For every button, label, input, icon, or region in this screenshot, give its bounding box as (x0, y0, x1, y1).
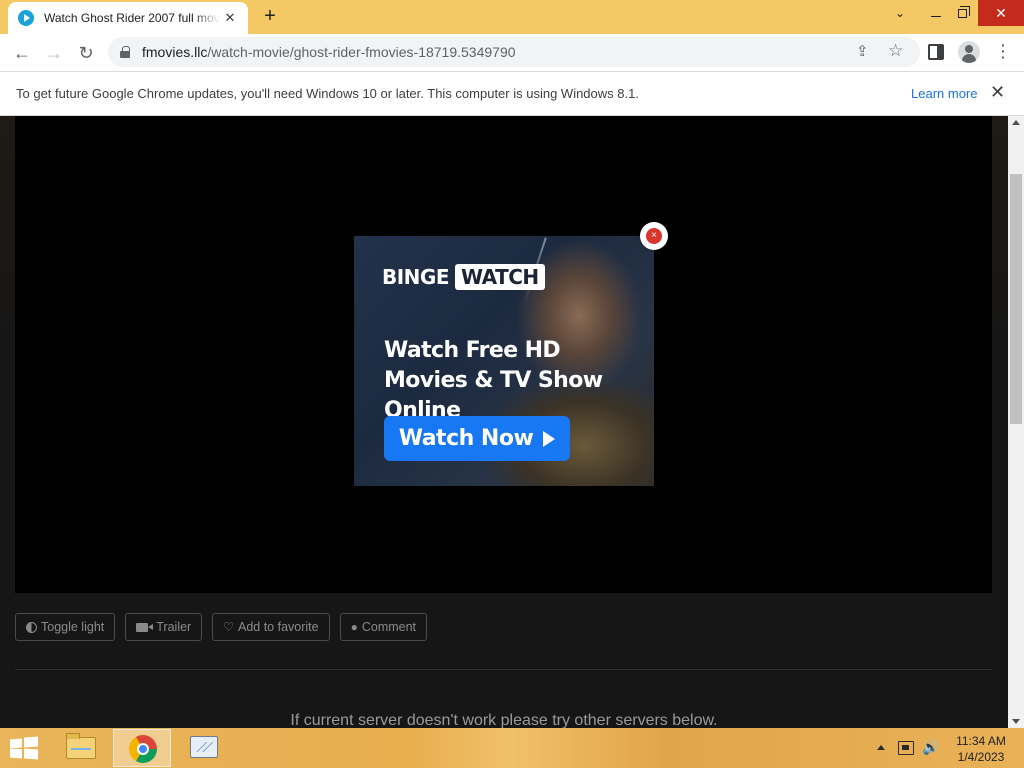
toggle-light-label: Toggle light (41, 620, 105, 634)
minimize-icon (931, 15, 941, 17)
clock-date: 1/4/2023 (957, 750, 1005, 764)
toggle-light-button[interactable]: Toggle light (15, 613, 116, 641)
contrast-icon (26, 621, 37, 633)
volume-icon[interactable]: 🔊 (922, 739, 939, 756)
url-text[interactable]: fmovies.llc/watch-movie/ghost-rider-fmov… (142, 44, 516, 60)
lock-icon[interactable] (120, 46, 130, 58)
tab-close-icon[interactable]: ✕ (222, 10, 238, 26)
chrome-icon (129, 735, 157, 763)
comment-icon: ● (350, 620, 358, 634)
share-icon[interactable]: ⇪ (856, 42, 869, 60)
system-clock[interactable]: 11:34 AM 1/4/2023 (946, 733, 1016, 765)
video-camera-icon (136, 622, 154, 632)
watch-now-button[interactable]: Watch Now (384, 416, 570, 461)
network-icon[interactable] (898, 741, 914, 755)
performance-monitor-icon (190, 736, 218, 758)
taskbar-file-explorer[interactable] (52, 729, 110, 767)
back-button[interactable]: ← (6, 37, 38, 69)
browser-toolbar: ← → ↻ fmovies.llc/watch-movie/ghost-ride… (0, 34, 1024, 71)
play-favicon-icon (18, 10, 34, 26)
server-note: If current server doesn't work please tr… (290, 712, 718, 728)
scrollbar-thumb[interactable] (1010, 174, 1022, 424)
browser-tab[interactable]: Watch Ghost Rider 2007 full movie ✕ (8, 2, 248, 34)
new-tab-button[interactable]: + (258, 5, 282, 29)
ad-close-button[interactable]: × (640, 222, 668, 250)
tab-title: Watch Ghost Rider 2007 full movie (44, 11, 220, 25)
close-icon: × (646, 228, 662, 244)
taskbar-google-chrome[interactable] (113, 729, 171, 767)
page-scrollbar[interactable] (1008, 116, 1024, 728)
infobar-close-icon[interactable]: ✕ (990, 82, 1005, 103)
reload-button[interactable]: ↻ (70, 37, 102, 69)
address-bar[interactable]: fmovies.llc/watch-movie/ghost-rider-fmov… (108, 37, 920, 67)
bookmark-star-icon[interactable]: ☆ (888, 41, 903, 61)
window-close-button[interactable]: ✕ (978, 0, 1024, 26)
side-panel-icon[interactable] (928, 44, 944, 60)
url-path: /watch-movie/ghost-rider-fmovies-18719.5… (207, 44, 516, 60)
logo-word-binge: BINGE (382, 265, 450, 289)
infobar-message: To get future Google Chrome updates, you… (16, 86, 639, 101)
player-actions: Toggle light Trailer ♡ Add to favorite ●… (15, 613, 428, 641)
add-to-favorite-label: Add to favorite (237, 620, 319, 634)
heart-icon: ♡ (223, 620, 234, 634)
trailer-label: Trailer (156, 620, 192, 634)
forward-button[interactable]: → (38, 37, 70, 69)
scroll-up-arrow-icon[interactable] (1012, 120, 1020, 125)
scroll-down-arrow-icon[interactable] (1012, 719, 1020, 724)
comment-button[interactable]: ● Comment (339, 613, 428, 641)
logo-word-watch: WATCH (455, 264, 545, 290)
binge-watch-logo: BINGE WATCH (382, 264, 545, 290)
add-to-favorite-button[interactable]: ♡ Add to favorite (212, 613, 330, 641)
tab-strip: Watch Ghost Rider 2007 full movie ✕ + ⌄ … (0, 0, 1024, 34)
comment-label: Comment (361, 620, 417, 634)
clock-time: 11:34 AM (956, 734, 1006, 748)
learn-more-link[interactable]: Learn more (911, 86, 977, 101)
update-infobar: To get future Google Chrome updates, you… (0, 71, 1024, 116)
watch-now-label: Watch Now (398, 426, 534, 451)
url-host: fmovies.llc (142, 44, 208, 60)
windows-taskbar: 🔊 11:34 AM 1/4/2023 (0, 728, 1024, 768)
restore-button[interactable] (946, 0, 978, 26)
tab-search-icon[interactable]: ⌄ (884, 0, 916, 26)
section-divider (15, 669, 992, 670)
windows-start-icon[interactable] (10, 736, 38, 760)
ad-headline: Watch Free HD Movies & TV Show Online (384, 338, 603, 423)
profile-avatar-icon[interactable] (958, 41, 980, 63)
chrome-menu-icon[interactable]: ⋮ (994, 42, 1012, 62)
play-arrow-icon (543, 430, 556, 447)
ad-banner[interactable]: BINGE WATCH Watch Free HD Movies & TV Sh… (354, 236, 654, 486)
trailer-button[interactable]: Trailer (125, 613, 203, 641)
folder-icon (66, 733, 96, 759)
taskbar-performance-monitor[interactable] (175, 729, 233, 767)
restore-icon (957, 5, 970, 18)
show-hidden-icons-icon[interactable] (877, 745, 885, 750)
